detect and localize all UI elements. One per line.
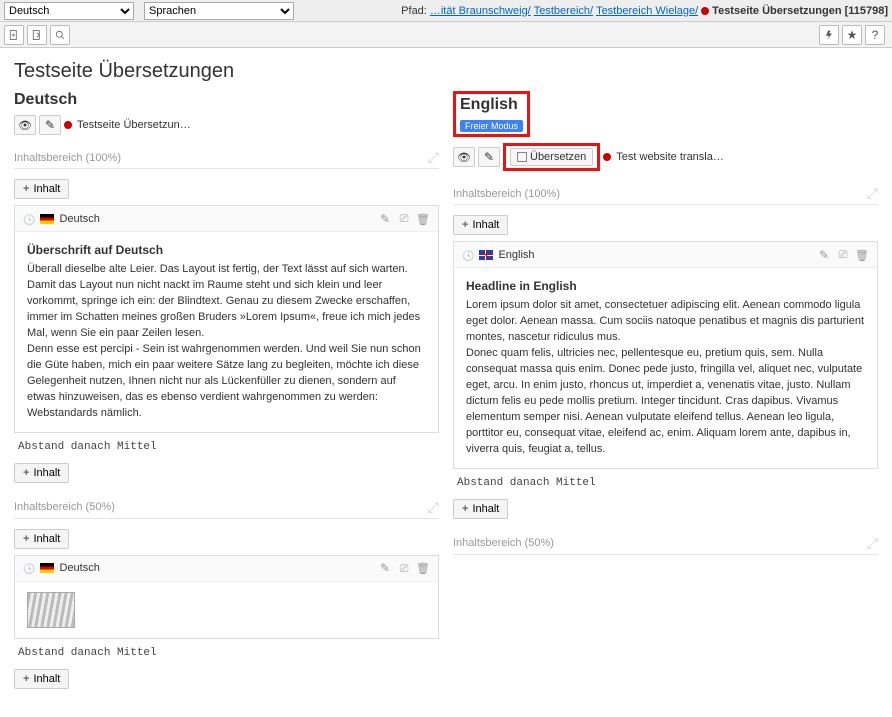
breadcrumb: Pfad: …ität Braunschweig/ Testbereich/ T… (401, 5, 888, 17)
heading-highlight: English Freier Modus (453, 91, 530, 137)
flag-en-icon (479, 250, 493, 260)
search-button[interactable] (50, 25, 70, 45)
content-headline: Überschrift auf Deutsch (27, 242, 426, 259)
section-header: Inhaltsbereich (100%) ⤢ (453, 185, 878, 205)
view-icon[interactable] (453, 147, 475, 167)
view-icon[interactable] (14, 115, 36, 135)
translate-highlight: Übersetzen (503, 143, 600, 171)
page-id: [115798] (845, 5, 888, 17)
column-deutsch: Deutsch Testseite Übersetzun… Inhaltsber… (14, 91, 439, 695)
toggle-icon[interactable] (836, 247, 850, 262)
breadcrumb-link[interactable]: Testbereich/ (534, 5, 593, 17)
add-content-button[interactable]: +Inhalt (14, 179, 69, 199)
card-title: Deutsch (59, 213, 99, 225)
content-text: Donec quam felis, ultricies nec, pellent… (466, 346, 865, 458)
translate-button[interactable]: Übersetzen (510, 148, 593, 166)
top-bar: Deutsch Sprachen Pfad: …ität Braunschwei… (0, 0, 892, 22)
clock-icon (23, 212, 35, 226)
edit-icon[interactable] (817, 248, 831, 262)
edit-icon[interactable] (478, 147, 500, 167)
column-english: English Freier Modus Übersetzen Test web… (453, 91, 878, 695)
new-page-button[interactable] (4, 25, 24, 45)
status-dot-icon (701, 7, 709, 15)
card-title: English (498, 249, 534, 261)
toggle-icon[interactable] (397, 211, 411, 226)
column-heading-en: English (460, 96, 523, 114)
page-toolbar-en: Übersetzen Test website transla… (453, 143, 878, 171)
content-card-de-2: Deutsch (14, 555, 439, 639)
add-content-button[interactable]: +Inhalt (14, 529, 69, 549)
flag-de-icon (40, 214, 54, 224)
page-label-en: Test website transla… (616, 151, 724, 163)
edit-icon[interactable] (39, 115, 61, 135)
flag-de-icon (40, 563, 54, 573)
toggle-icon[interactable] (397, 561, 411, 576)
section-header: Inhaltsbereich (50%) ⤢ (14, 499, 439, 519)
expand-icon[interactable]: ⤢ (867, 535, 878, 552)
content-card-de-1: Deutsch Überschrift auf Deutsch Überall … (14, 205, 439, 433)
sprachen-select[interactable]: Sprachen (144, 2, 294, 20)
breadcrumb-link[interactable]: …ität Braunschweig/ (430, 5, 531, 17)
edit-icon[interactable] (378, 561, 392, 575)
column-heading-de: Deutsch (14, 91, 439, 109)
add-content-button[interactable]: +Inhalt (14, 669, 69, 689)
clock-icon (462, 248, 474, 262)
language-select[interactable]: Deutsch (4, 2, 134, 20)
add-content-button[interactable]: +Inhalt (453, 499, 508, 519)
expand-icon[interactable]: ⤢ (867, 185, 878, 202)
translate-icon (517, 152, 527, 162)
section-header: Inhaltsbereich (50%) ⤢ (453, 535, 878, 555)
content-card-en-1: English Headline in English Lorem ipsum … (453, 241, 878, 469)
expand-icon[interactable]: ⤢ (428, 149, 439, 166)
help-button[interactable]: ? (865, 25, 885, 45)
content-text: Denn esse est percipi - Sein ist wahrgen… (27, 342, 426, 422)
path-label: Pfad: (401, 5, 427, 17)
expand-icon[interactable]: ⤢ (428, 499, 439, 516)
card-title: Deutsch (59, 562, 99, 574)
page-toolbar-de: Testseite Übersetzun… (14, 115, 439, 135)
delete-icon[interactable] (416, 561, 430, 575)
breadcrumb-current: Testseite Übersetzungen (712, 5, 841, 17)
section-header: Inhaltsbereich (100%) ⤢ (14, 149, 439, 169)
status-dot-icon (603, 153, 611, 161)
content-text: Lorem ipsum dolor sit amet, consectetuer… (466, 298, 865, 346)
delete-icon[interactable] (416, 212, 430, 226)
breadcrumb-link[interactable]: Testbereich Wielage/ (596, 5, 698, 17)
page-label-de: Testseite Übersetzun… (77, 119, 191, 131)
bookmark-button[interactable]: ★ (842, 25, 862, 45)
image-thumbnail (27, 592, 75, 628)
add-content-button[interactable]: +Inhalt (453, 215, 508, 235)
page-title: Testseite Übersetzungen (0, 48, 892, 91)
content-text: Überall dieselbe alte Leier. Das Layout … (27, 262, 426, 342)
edit-icon[interactable] (378, 212, 392, 226)
icon-toolbar: ★ ? (0, 22, 892, 48)
add-content-button[interactable]: +Inhalt (14, 463, 69, 483)
status-dot-icon (64, 121, 72, 129)
view-page-button[interactable] (27, 25, 47, 45)
cache-button[interactable] (819, 25, 839, 45)
free-mode-badge: Freier Modus (460, 120, 523, 132)
content-headline: Headline in English (466, 278, 865, 295)
delete-icon[interactable] (855, 248, 869, 262)
clock-icon (23, 561, 35, 575)
